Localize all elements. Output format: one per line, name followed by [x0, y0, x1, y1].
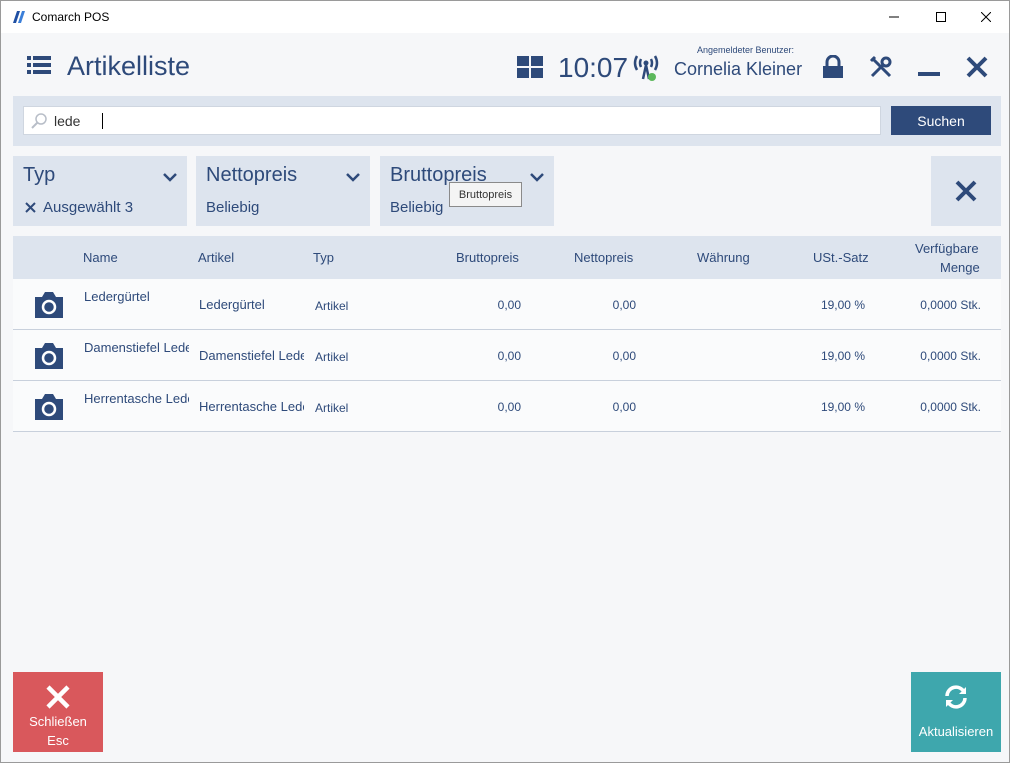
filter-title: Typ	[23, 164, 56, 186]
menu-list-icon[interactable]	[27, 55, 51, 75]
tiles-icon[interactable]	[517, 56, 543, 78]
refresh-button[interactable]: Aktualisieren	[911, 672, 1001, 752]
cell-nettopreis: 0,00	[612, 349, 636, 363]
minimize-icon	[889, 16, 899, 18]
cell-ust: 19,00 %	[820, 298, 865, 312]
clock: 10:07	[558, 52, 629, 83]
cell-nettopreis: 0,00	[612, 400, 636, 414]
app-header: Artikelliste 10:07 Angemeldeter Benutzer…	[1, 33, 1009, 95]
cell-name: Ledergürtel	[84, 289, 150, 304]
table-row[interactable]: Ledergürtel Ledergürtel Artikel 0,00 0,0…	[13, 279, 1001, 330]
table-row[interactable]: Herrentasche Leder Herrentasche Leder Ar…	[13, 381, 1001, 432]
clear-all-filters-button[interactable]	[931, 156, 1001, 226]
cell-typ: Artikel	[315, 350, 349, 364]
cell-bruttopreis: 0,00	[497, 349, 521, 363]
chevron-down-icon	[346, 173, 360, 182]
close-button-label: Schließen	[29, 714, 87, 729]
column-header-nettopreis[interactable]: Nettopreis	[574, 250, 633, 265]
minimize-app-icon[interactable]	[917, 55, 941, 79]
camera-icon	[35, 394, 63, 420]
cell-name: Herrentasche Leder	[84, 391, 189, 406]
column-header-menge-line2[interactable]: Menge	[940, 260, 980, 275]
cell-ust: 19,00 %	[820, 400, 865, 414]
close-icon	[955, 180, 977, 202]
cell-typ: Artikel	[315, 401, 349, 415]
cell-ust: 19,00 %	[820, 349, 865, 363]
table-header: Name Artikel Typ Bruttopreis Nettopreis …	[13, 236, 1001, 279]
tools-icon[interactable]	[869, 55, 893, 79]
search-field[interactable]	[23, 106, 881, 135]
filter-title: Nettopreis	[206, 164, 298, 186]
exit-app-icon[interactable]	[965, 55, 989, 79]
title-bar: Comarch POS	[1, 1, 1009, 33]
filter-value: Beliebig	[206, 199, 260, 216]
refresh-button-label: Aktualisieren	[918, 724, 994, 739]
column-header-name[interactable]: Name	[83, 250, 118, 265]
filter-value: Ausgewählt 3	[43, 199, 134, 216]
close-icon	[981, 12, 991, 22]
search-icon	[31, 113, 47, 129]
window-close-button[interactable]	[963, 1, 1009, 33]
cell-artikel: Ledergürtel	[199, 297, 265, 312]
app-window: Comarch POS Artikelliste 10:07 Angemelde…	[0, 0, 1010, 763]
close-button[interactable]: Schließen Esc	[13, 672, 103, 752]
cell-name: Damenstiefel Leder	[84, 340, 189, 355]
maximize-icon	[936, 12, 946, 22]
cell-typ: Artikel	[315, 299, 349, 313]
filter-nettopreis[interactable]: Nettopreis Beliebig	[196, 156, 370, 226]
close-icon	[46, 685, 70, 709]
column-header-ust[interactable]: USt.-Satz	[813, 250, 869, 265]
cell-artikel: Damenstiefel Leder	[199, 348, 304, 363]
cell-menge: 0,0000 Stk.	[920, 349, 981, 363]
cell-nettopreis: 0,00	[612, 298, 636, 312]
comarch-logo-icon	[13, 11, 25, 23]
camera-icon	[35, 343, 63, 369]
search-bar: Suchen	[13, 96, 1001, 146]
cell-menge: 0,0000 Stk.	[920, 400, 981, 414]
search-input[interactable]	[54, 110, 874, 132]
column-header-artikel[interactable]: Artikel	[198, 250, 234, 265]
app-title: Comarch POS	[32, 10, 110, 24]
tooltip: Bruttopreis	[449, 182, 522, 207]
column-header-waehrung[interactable]: Währung	[697, 250, 750, 265]
connection-signal-icon	[633, 55, 659, 81]
page-title: Artikelliste	[67, 51, 191, 81]
search-button[interactable]: Suchen	[891, 106, 991, 135]
user-caption: Angemeldeter Benutzer:	[697, 45, 795, 55]
chevron-down-icon	[163, 173, 177, 182]
user-name: Cornelia Kleiner	[674, 59, 803, 79]
cell-artikel: Herrentasche Leder	[199, 399, 304, 414]
column-header-typ[interactable]: Typ	[313, 250, 334, 265]
filter-typ[interactable]: Typ Ausgewählt 3	[13, 156, 187, 226]
lock-icon[interactable]	[821, 55, 845, 79]
table-row[interactable]: Damenstiefel Leder Damenstiefel Leder Ar…	[13, 330, 1001, 381]
window-minimize-button[interactable]	[871, 1, 917, 33]
camera-icon	[35, 292, 63, 318]
cell-menge: 0,0000 Stk.	[920, 298, 981, 312]
chevron-down-icon	[530, 173, 544, 182]
column-header-bruttopreis[interactable]: Bruttopreis	[456, 250, 519, 265]
close-button-shortcut: Esc	[47, 733, 69, 748]
clear-filter-icon[interactable]	[25, 202, 36, 213]
refresh-icon	[945, 685, 967, 709]
column-header-menge-line1[interactable]: Verfügbare	[915, 241, 979, 256]
cell-bruttopreis: 0,00	[497, 400, 521, 414]
text-caret	[102, 113, 103, 129]
window-maximize-button[interactable]	[918, 1, 964, 33]
cell-bruttopreis: 0,00	[497, 298, 521, 312]
filter-value: Beliebig	[390, 199, 444, 216]
